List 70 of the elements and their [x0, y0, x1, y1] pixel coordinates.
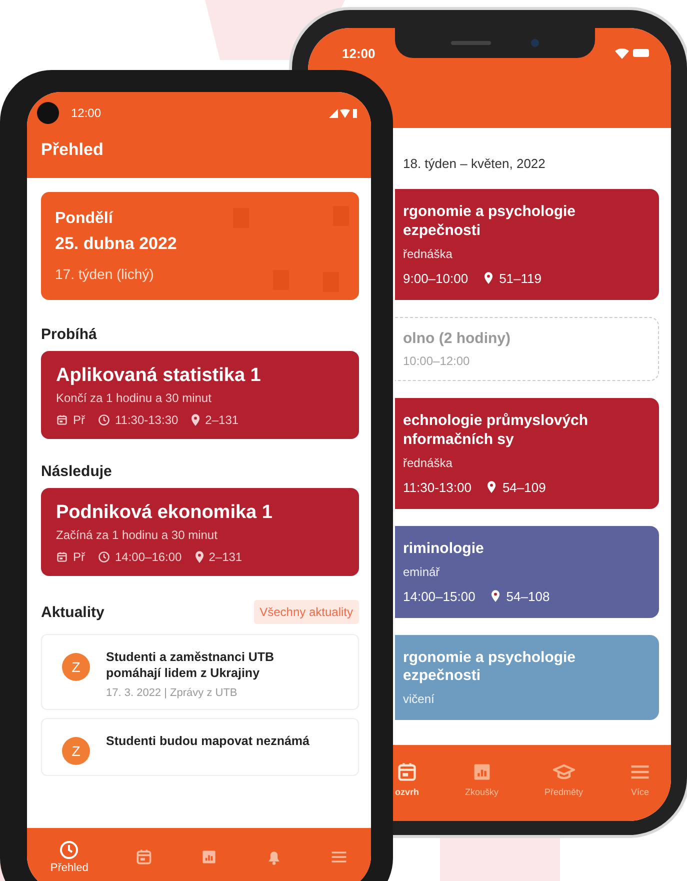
- event-title: ezpečnosti: [403, 667, 482, 686]
- event-room: 51–119: [499, 270, 542, 286]
- clock-icon: [98, 551, 110, 563]
- event-type: řednáška: [403, 246, 454, 260]
- event-time: 14:00–15:00: [403, 588, 476, 604]
- course-name: Aplikovaná statistika 1: [56, 365, 262, 387]
- event-card[interactable]: echnologie průmyslových nformačních sy řednáška 11:30-13:00 54–109: [395, 398, 659, 509]
- event-card[interactable]: rgonomie a psychologie ezpečnosti řednáška 9:00–10:00 51–119: [395, 189, 659, 300]
- wifi-battery-icon: [615, 47, 649, 59]
- section-heading: Aktuality: [41, 604, 104, 620]
- news-title: Studenti budou mapovat neznámá: [106, 732, 310, 749]
- avatar: Z: [62, 653, 90, 681]
- event-room: 54–108: [506, 588, 550, 604]
- course-day: Př: [73, 413, 85, 427]
- screen-title: Přehled: [27, 134, 371, 178]
- calendar-icon: [56, 414, 68, 426]
- event-card[interactable]: rgonomie a psychologie ezpečnosti vičení: [395, 634, 659, 720]
- nav-tab[interactable]: Přehled: [48, 838, 90, 876]
- clock-icon: [59, 840, 80, 860]
- course-room: 2–131: [208, 550, 242, 564]
- event-title: riminologie: [403, 540, 485, 558]
- location-pin-icon: [491, 590, 500, 602]
- section-heading: Následuje: [41, 463, 113, 480]
- location-pin-icon: [194, 551, 204, 563]
- notch-icon: [395, 28, 596, 58]
- date: 25. dubna 2022: [55, 234, 178, 254]
- event-title: olno (2 hodiny): [403, 330, 512, 348]
- event-title: ezpečnosti: [403, 222, 482, 240]
- course-card[interactable]: Aplikovaná statistika 1 Končí za 1 hodinu a 30 minut Př 11:30-13:30 2–131: [41, 351, 359, 439]
- event-title: echnologie průmyslových: [403, 412, 590, 431]
- news-meta: 17. 3. 2022 | Zprávy z UTB: [106, 686, 238, 698]
- event-card[interactable]: riminologie eminář 14:00–15:00 54–108: [395, 526, 659, 618]
- chart-icon: [200, 848, 218, 866]
- calendar-icon: [396, 761, 418, 783]
- location-pin-icon: [487, 481, 496, 494]
- location-pin-icon: [484, 272, 494, 284]
- status-time: 12:00: [71, 106, 102, 120]
- event-title: nformačních sy: [403, 431, 515, 450]
- event-type: eminář: [403, 564, 441, 578]
- course-room: 2–131: [205, 413, 239, 427]
- status-time: 12:00: [342, 46, 376, 60]
- camera-hole-icon: [37, 102, 59, 124]
- signal-wifi-battery-icon: [329, 108, 359, 118]
- event-room: 54–109: [502, 480, 546, 495]
- course-card[interactable]: Podniková ekonomika 1 Začíná za 1 hodinu a 30 minut Př 14:00–16:00 2–131: [41, 488, 359, 576]
- event-title: rgonomie a psychologie: [403, 648, 577, 668]
- event-title: rgonomie a psychologie: [403, 203, 577, 222]
- time-remaining: Začíná za 1 hodinu a 30 minut: [56, 528, 218, 542]
- calendar-icon: [135, 848, 154, 866]
- news-card[interactable]: Z Studenti a zaměstnanci UTB pomáhají lidem z Ukrajiny 17. 3. 2022 | Zprávy z UTB: [41, 634, 359, 710]
- event-time: 11:30-13:00: [403, 480, 472, 495]
- course-day: Př: [73, 550, 85, 564]
- news-title: Studenti a zaměstnanci UTB pomáhají lidem z Ukrajiny: [106, 649, 276, 682]
- calendar-icon: [56, 551, 68, 563]
- event-type: vičení: [403, 692, 436, 706]
- news-card[interactable]: Z Studenti budou mapovat neznámá: [41, 718, 359, 776]
- event-time: 10:00–12:00: [403, 354, 471, 368]
- location-pin-icon: [191, 414, 200, 426]
- course-time: 11:30-13:30: [115, 413, 178, 427]
- avatar: Z: [62, 736, 90, 764]
- course-time: 14:00–16:00: [115, 550, 182, 564]
- week-label: 18. týden – květen, 2022: [402, 155, 546, 173]
- clock-icon: [98, 414, 110, 426]
- event-type: řednáška: [403, 456, 454, 470]
- course-name: Podniková ekonomika 1: [56, 502, 274, 524]
- section-heading: Probíhá: [41, 326, 98, 343]
- week-label: 17. týden (lichý): [55, 266, 155, 282]
- event-time: 9:00–10:00: [403, 270, 468, 286]
- time-remaining: Končí za 1 hodinu a 30 minut: [56, 391, 212, 405]
- weekday: Pondělí: [55, 210, 114, 228]
